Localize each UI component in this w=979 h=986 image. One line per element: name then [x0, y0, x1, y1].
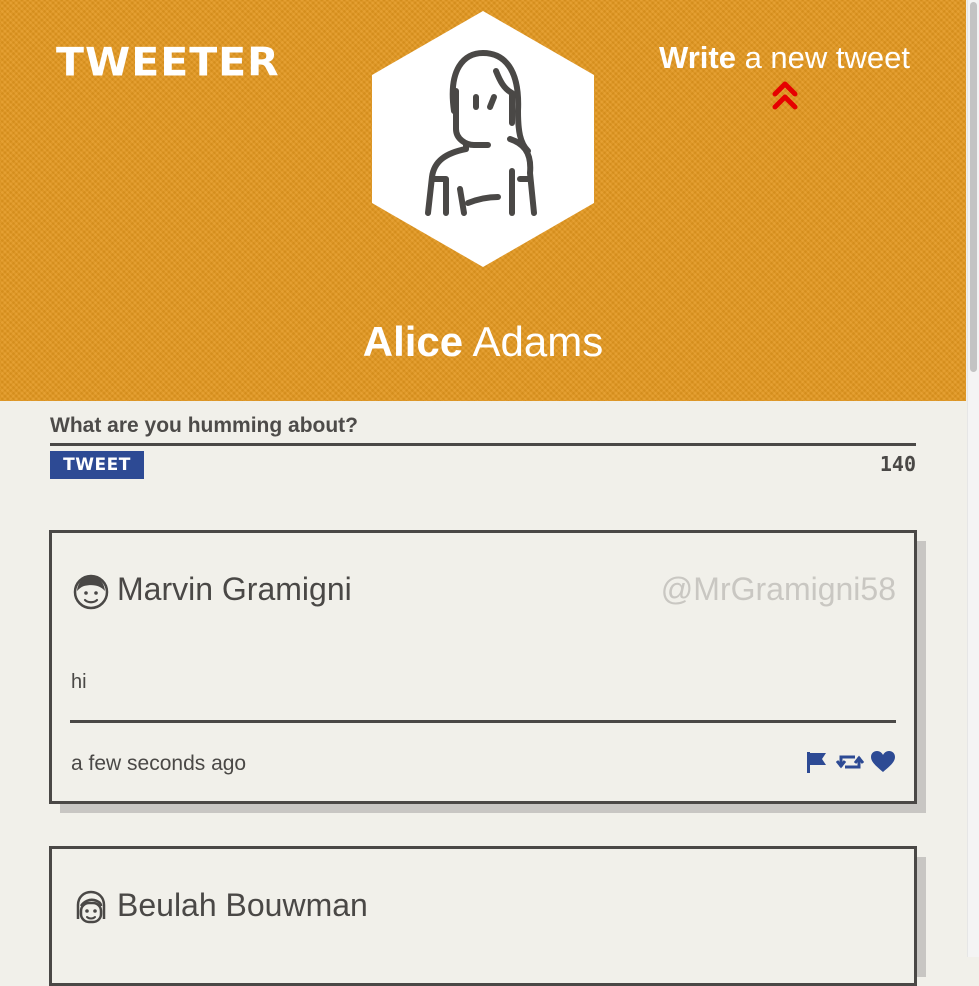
- profile-header: TWEETER Write a new tweet Alice Adams: [0, 0, 966, 401]
- tweet-actions: [804, 749, 896, 775]
- compose-label-rest: a new tweet: [735, 40, 910, 75]
- tweet-timestamp: a few seconds ago: [71, 752, 247, 775]
- compose-label-strong: Write: [659, 40, 736, 75]
- profile-first-name: Alice: [362, 318, 464, 365]
- tweet-author-name: Marvin Gramigni: [117, 571, 352, 607]
- tweet-composer: What are you humming about? TWEET 140: [50, 414, 916, 479]
- tweet-card: Beulah Bouwman: [49, 846, 917, 986]
- vertical-scrollbar[interactable]: [967, 0, 979, 957]
- tweet-author-handle: @MrGramigni58: [660, 571, 896, 607]
- scrollbar-thumb[interactable]: [970, 2, 977, 372]
- flag-icon[interactable]: [804, 749, 830, 775]
- tweet-textarea[interactable]: What are you humming about?: [50, 414, 916, 446]
- app-logo[interactable]: TWEETER: [56, 39, 280, 85]
- heart-icon[interactable]: [870, 749, 896, 775]
- tweet-card: Marvin Gramigni @MrGramigni58 hi a few s…: [49, 530, 917, 804]
- man-avatar-icon: [73, 574, 109, 610]
- profile-last-name: Adams: [463, 318, 604, 365]
- woman-avatar-icon: [76, 890, 106, 924]
- tweet-text: hi: [71, 671, 87, 693]
- retweet-icon[interactable]: [836, 749, 864, 775]
- write-tweet-toggle[interactable]: Write a new tweet: [659, 40, 910, 112]
- tweet-button[interactable]: TWEET: [50, 451, 144, 479]
- profile-name: Alice Adams: [0, 318, 966, 366]
- double-chevron-up-icon[interactable]: [772, 80, 798, 112]
- tweet-author-name: Beulah Bouwman: [117, 887, 368, 923]
- tweet-divider: [70, 720, 896, 723]
- profile-avatar: [372, 11, 594, 267]
- character-counter: 140: [879, 452, 916, 476]
